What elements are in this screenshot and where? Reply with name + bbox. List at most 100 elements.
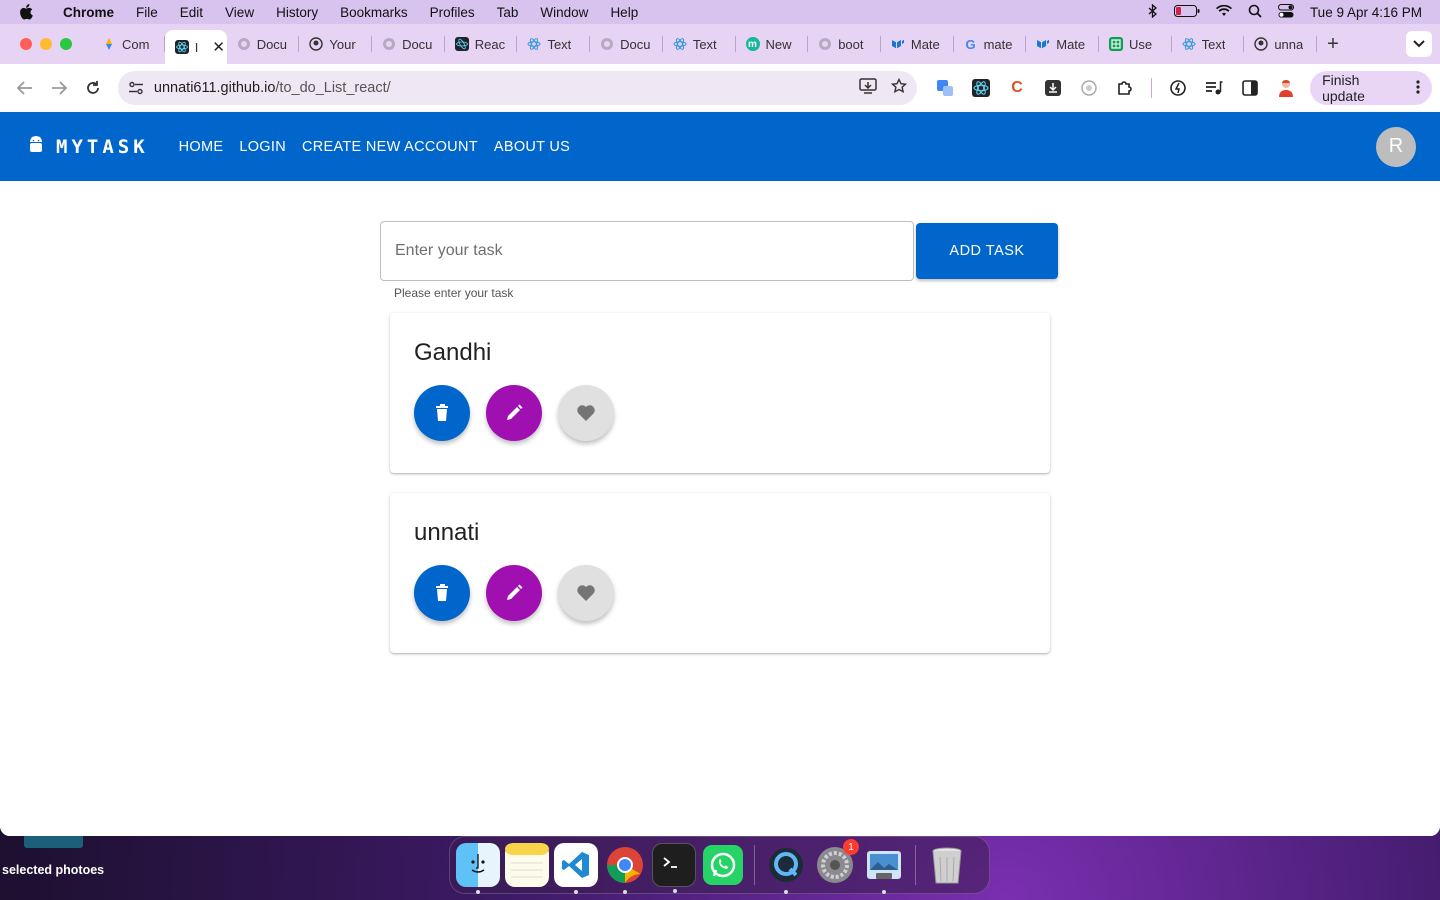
delete-task-button[interactable] (414, 385, 470, 441)
tab-8[interactable]: Text (663, 24, 736, 64)
privacy-extension-icon[interactable] (1079, 78, 1099, 98)
desktop-file-thumbnail[interactable] (24, 836, 83, 848)
dock-separator (754, 845, 755, 885)
battery-icon[interactable] (1173, 4, 1200, 20)
menu-edit[interactable]: Edit (169, 5, 214, 20)
tab-1-active[interactable]: I ✕ (164, 30, 227, 64)
edit-task-button[interactable] (486, 385, 542, 441)
menu-profiles[interactable]: Profiles (419, 5, 486, 20)
tab-16[interactable]: unna (1244, 24, 1317, 64)
finder-icon[interactable] (456, 843, 500, 894)
tab-label: Com (122, 36, 150, 52)
tab-12[interactable]: G mate (954, 24, 1027, 64)
wifi-icon[interactable] (1215, 4, 1232, 20)
tab-6[interactable]: Text (517, 24, 590, 64)
favorite-task-button[interactable] (558, 385, 614, 441)
quicktime-icon[interactable] (764, 843, 808, 894)
tab-2[interactable]: Docu (227, 24, 300, 64)
apple-menu-icon[interactable] (0, 4, 52, 20)
menu-bookmarks[interactable]: Bookmarks (329, 5, 419, 20)
add-task-button[interactable]: ADD TASK (916, 223, 1058, 279)
running-indicator (784, 890, 788, 894)
nav-about-link[interactable]: ABOUT US (486, 131, 578, 163)
forward-button[interactable] (42, 71, 76, 105)
edit-task-button[interactable] (486, 565, 542, 621)
react-icon (673, 37, 687, 51)
new-tab-button[interactable]: + (1317, 33, 1349, 56)
zoom-window-button[interactable] (60, 38, 72, 50)
coding-extension-icon[interactable]: C (1007, 78, 1027, 98)
pencil-icon (507, 404, 523, 420)
running-indicator (476, 890, 480, 894)
menubar-clock[interactable]: Tue 9 Apr 4:16 PM (1310, 5, 1422, 20)
preview-icon[interactable] (862, 843, 906, 894)
tab-15[interactable]: Text (1172, 24, 1245, 64)
task-actions (414, 385, 614, 441)
nav-login-link[interactable]: LOGIN (231, 131, 294, 163)
tab-4[interactable]: Docu (372, 24, 445, 64)
bluetooth-icon[interactable] (1148, 3, 1158, 21)
system-settings-icon[interactable]: 1 (813, 839, 859, 887)
bookmark-star-icon[interactable] (890, 77, 908, 98)
delete-task-button[interactable] (414, 565, 470, 621)
mui-icon (891, 37, 905, 51)
google-photos-icon (102, 37, 116, 51)
close-tab-icon[interactable]: ✕ (212, 38, 225, 56)
menu-history[interactable]: History (265, 5, 329, 20)
tab-search-button[interactable] (1406, 31, 1432, 57)
macos-dock: 1 (449, 836, 990, 894)
menu-file[interactable]: File (125, 5, 169, 20)
tab-9[interactable]: m New (736, 24, 809, 64)
menu-window[interactable]: Window (529, 5, 599, 20)
tab-label: Text (692, 36, 717, 52)
download-extension-icon[interactable] (1043, 78, 1063, 98)
translate-extension-icon[interactable] (935, 78, 955, 98)
install-app-icon[interactable] (859, 78, 877, 98)
performance-icon[interactable] (1168, 78, 1188, 98)
chrome-icon[interactable] (603, 843, 647, 894)
brand-logo[interactable]: MYTASK (28, 134, 149, 159)
menu-help[interactable]: Help (599, 5, 649, 20)
finish-update-button[interactable]: Finish update (1310, 71, 1433, 105)
favorite-task-button[interactable] (558, 565, 614, 621)
reload-button[interactable] (76, 71, 110, 105)
side-panel-icon[interactable] (1240, 78, 1260, 98)
puzzle-extensions-icon[interactable] (1115, 78, 1135, 98)
control-center-icon[interactable] (1277, 3, 1294, 21)
reload-icon (87, 81, 99, 94)
tab-14[interactable]: Use (1099, 24, 1172, 64)
close-window-button[interactable] (20, 38, 32, 50)
tab-11[interactable]: Mate (881, 24, 954, 64)
vscode-icon[interactable] (554, 843, 598, 894)
site-settings-icon[interactable] (128, 81, 144, 95)
mui-icon (1036, 37, 1050, 51)
tab-0[interactable]: Com (92, 24, 165, 64)
menu-tab[interactable]: Tab (486, 5, 530, 20)
nav-create-account-link[interactable]: CREATE NEW ACCOUNT (294, 131, 486, 163)
running-indicator (882, 890, 886, 894)
nav-home-link[interactable]: HOME (171, 131, 232, 163)
back-button[interactable] (8, 71, 42, 105)
menu-app-name[interactable]: Chrome (52, 5, 125, 20)
media-controls-icon[interactable] (1204, 78, 1224, 98)
tab-13[interactable]: Mate (1026, 24, 1099, 64)
trash-bin-icon[interactable] (925, 843, 969, 887)
task-title: Gandhi (414, 339, 492, 366)
tab-7[interactable]: Docu (590, 24, 663, 64)
address-bar[interactable]: unnati611.github.io/to_do_List_react/ (117, 71, 918, 105)
react-devtools-icon[interactable] (971, 78, 991, 98)
tab-3[interactable]: Your (299, 24, 372, 64)
notes-icon[interactable] (505, 843, 549, 887)
tab-5[interactable]: Reac (445, 24, 518, 64)
tab-label: Text (547, 36, 572, 52)
whatsapp-icon[interactable] (701, 843, 745, 887)
terminal-icon[interactable] (652, 843, 696, 893)
tab-10[interactable]: boot (808, 24, 881, 64)
task-input[interactable] (380, 221, 914, 281)
user-avatar[interactable]: R (1376, 126, 1416, 167)
spotlight-search-icon[interactable] (1248, 4, 1262, 21)
minimize-window-button[interactable] (40, 38, 52, 50)
menu-view[interactable]: View (214, 5, 265, 20)
profile-avatar-icon[interactable] (1276, 78, 1296, 98)
desktop-file-label[interactable]: selected photoes (2, 863, 104, 877)
